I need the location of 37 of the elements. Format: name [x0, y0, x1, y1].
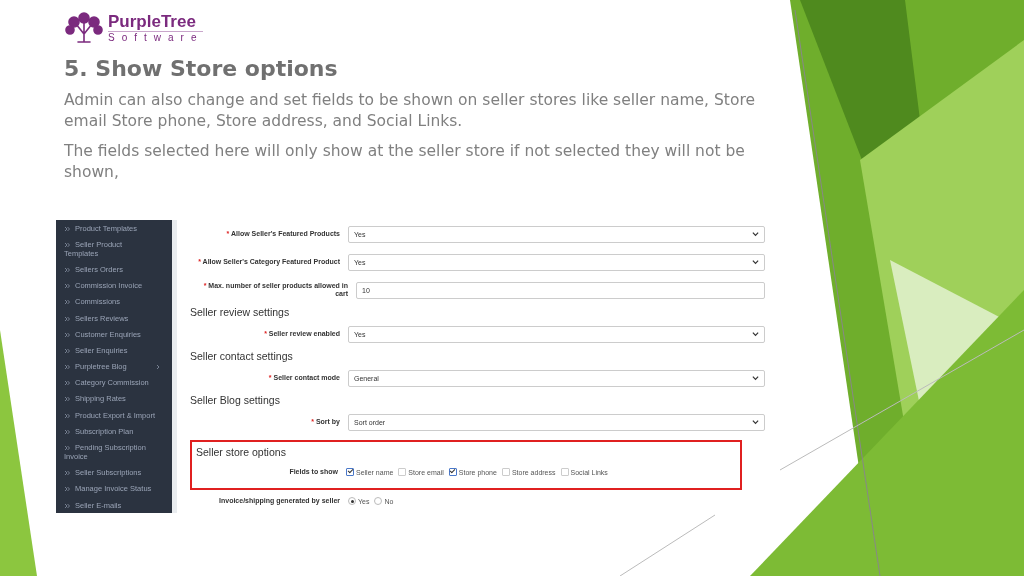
chevron-icon	[64, 412, 70, 419]
chevron-icon	[64, 267, 70, 273]
chevron-icon	[64, 396, 70, 403]
section-heading: Seller review settings	[190, 305, 291, 320]
chevron-icon	[64, 225, 70, 232]
slide-title: 5. Show Store options	[64, 56, 339, 82]
chevron-icon	[64, 283, 70, 290]
section-heading: Seller Blog settings	[190, 393, 281, 408]
caret-icon	[752, 419, 759, 425]
checkbox[interactable]	[346, 468, 354, 476]
checkbox[interactable]	[398, 468, 407, 476]
chevron-icon	[64, 331, 70, 338]
chevron-icon	[64, 380, 70, 387]
checkbox[interactable]	[501, 468, 510, 476]
section-heading: Seller store options	[195, 445, 287, 460]
chevron-icon	[64, 315, 70, 322]
caret-icon	[752, 259, 759, 265]
logo-subtitle: Software	[108, 31, 204, 44]
chevron-icon	[64, 299, 70, 306]
paragraph: Admin can also change and set fields to be shown on seller stores like seller name, Store email Store phone, Store address, and Social Links.	[64, 90, 756, 132]
logo-name: PurpleTree	[108, 12, 204, 32]
chevron-icon	[64, 470, 70, 477]
chevron-icon	[64, 445, 70, 452]
checkbox[interactable]	[560, 468, 569, 476]
section-heading: Seller contact settings	[190, 349, 294, 364]
chevron-icon	[64, 364, 70, 371]
caret-icon	[752, 331, 759, 337]
chevron-icon	[64, 486, 70, 493]
chevron-icon	[64, 241, 70, 248]
paragraph: The fields selected here will only show at the seller store if not selected they will not be shown,	[64, 141, 746, 183]
chevron-icon	[64, 428, 70, 435]
caret-icon	[752, 375, 759, 381]
chevron-icon	[64, 347, 70, 354]
checkbox[interactable]	[448, 468, 457, 476]
chevron-icon	[64, 502, 70, 509]
tree-logo-icon	[64, 12, 104, 44]
caret-icon	[752, 231, 759, 237]
